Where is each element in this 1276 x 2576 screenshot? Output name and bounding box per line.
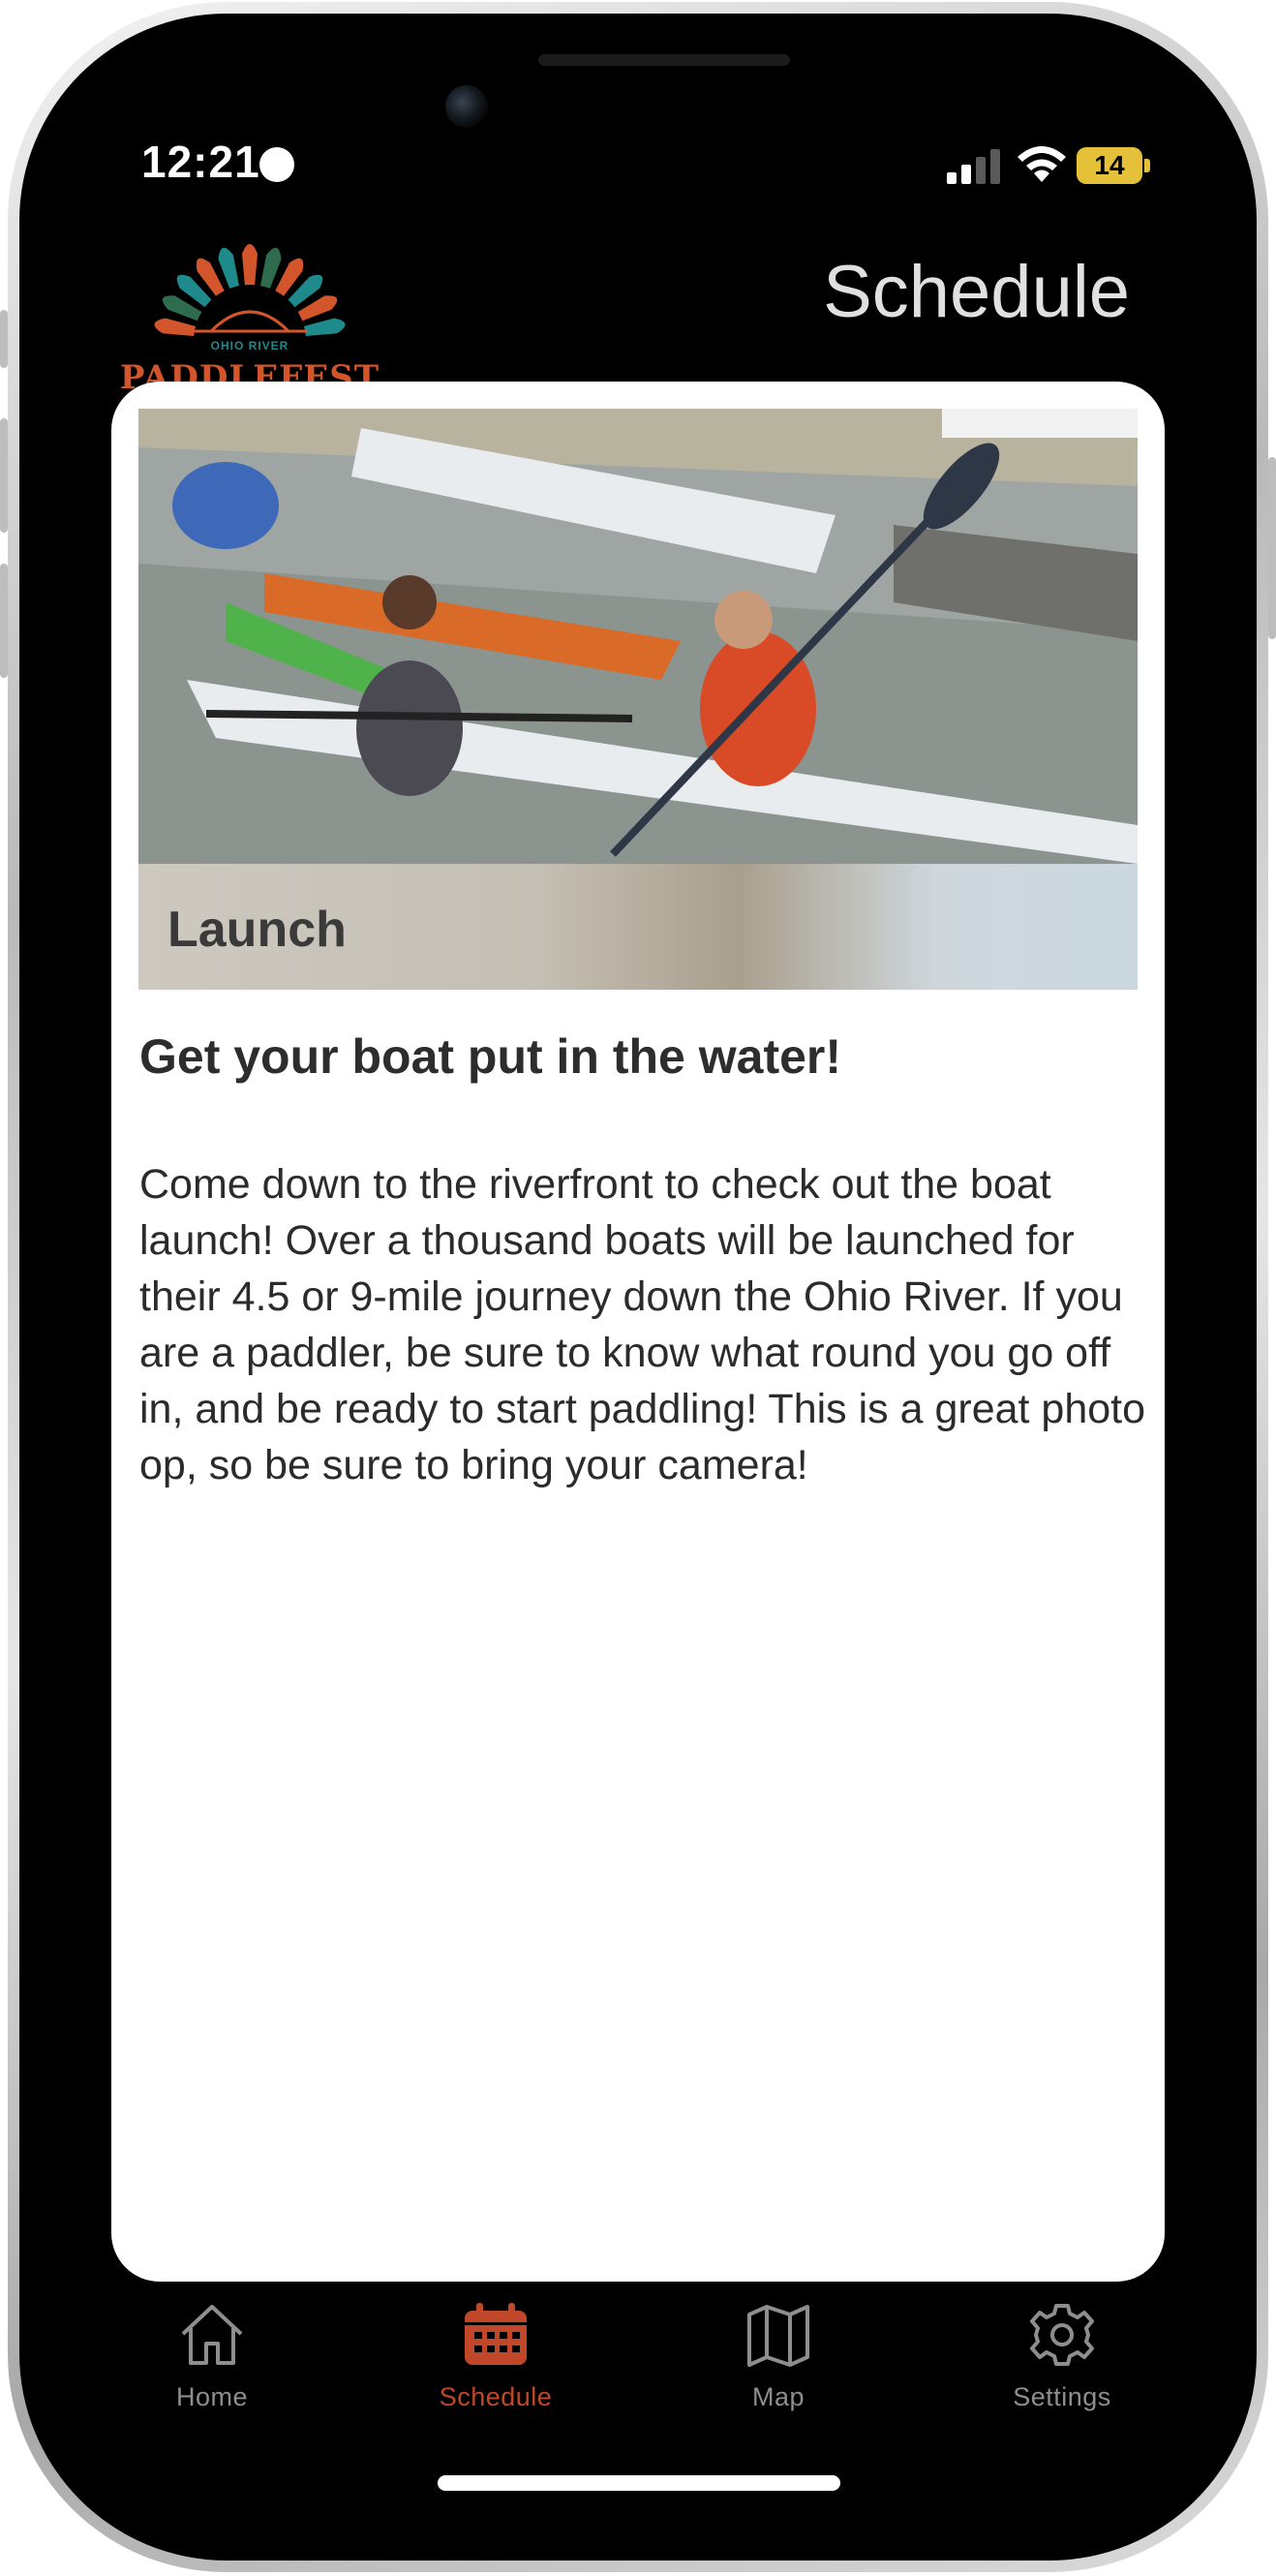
cellular-signal-icon (947, 149, 1001, 184)
house-icon (181, 2305, 243, 2365)
tab-label-settings: Settings (1013, 2382, 1111, 2411)
kayak-launch-photo (138, 409, 1138, 864)
page-title: Schedule (823, 251, 1130, 333)
speaker-grille (538, 54, 790, 66)
logo-subtext: OHIO RIVER (210, 339, 289, 353)
tab-home[interactable]: Home (115, 2301, 309, 2446)
status-time: 12:21 (141, 137, 260, 187)
event-title: Launch (167, 902, 347, 958)
paddlefest-logo: OHIO RIVER PADDLEFEST (114, 213, 385, 403)
tab-settings[interactable]: Settings (965, 2301, 1159, 2446)
event-description: Come down to the riverfront to check out… (139, 1161, 1146, 1488)
recording-indicator-icon (259, 147, 294, 182)
tab-label-schedule: Schedule (439, 2382, 553, 2411)
map-icon (747, 2305, 809, 2367)
calendar-icon (465, 2303, 527, 2365)
event-detail-card: Launch Get your boat put in the water! C… (111, 382, 1165, 2282)
front-camera (445, 85, 488, 128)
logo-sunburst-icon (154, 244, 346, 397)
tab-schedule[interactable]: Schedule (399, 2301, 592, 2446)
battery-icon: 14 (1077, 147, 1142, 184)
app-screen: 12:21 14 OHIO RIVER PADDLEFEST Schedule … (35, 35, 1241, 2541)
tab-bar: Home Schedule Map Settings (35, 2301, 1241, 2475)
tab-map[interactable]: Map (682, 2301, 875, 2446)
tab-label-home: Home (175, 2382, 249, 2411)
event-photo (138, 409, 1138, 864)
gear-icon (1030, 2304, 1094, 2366)
event-subtitle: Get your boat put in the water! (139, 1029, 842, 1084)
home-indicator[interactable] (438, 2475, 840, 2491)
tab-label-map: Map (751, 2382, 805, 2411)
wifi-icon (1018, 146, 1066, 182)
event-title-banner: Launch (138, 864, 1138, 990)
